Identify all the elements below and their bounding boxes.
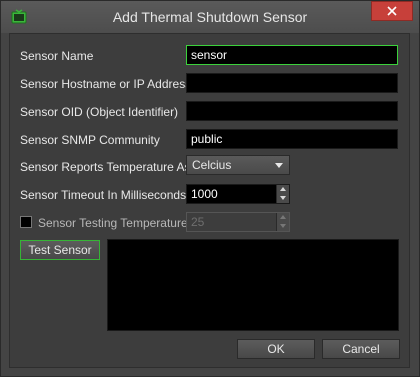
spin-down-button[interactable] bbox=[277, 222, 289, 231]
window-title: Add Thermal Shutdown Sensor bbox=[112, 9, 308, 25]
dialog-body: Sensor Name sensor Sensor Hostname or IP… bbox=[9, 33, 410, 368]
spin-up-button[interactable] bbox=[277, 185, 289, 194]
timeout-spinbox[interactable]: 1000 bbox=[186, 184, 290, 204]
arrow-down-icon bbox=[280, 196, 286, 200]
arrow-down-icon bbox=[280, 224, 286, 228]
testing-temperature-label: Sensor Testing Temperature bbox=[38, 216, 188, 230]
spin-down-button[interactable] bbox=[277, 194, 289, 203]
hostname-input[interactable] bbox=[186, 73, 398, 93]
testing-temperature-value: 25 bbox=[191, 215, 205, 229]
sensor-name-label: Sensor Name bbox=[20, 49, 94, 63]
dialog-window: Add Thermal Shutdown Sensor Sensor Name … bbox=[0, 0, 420, 377]
arrow-up-icon bbox=[280, 187, 286, 191]
test-output-area[interactable] bbox=[107, 239, 399, 331]
cancel-button[interactable]: Cancel bbox=[322, 339, 400, 359]
timeout-label: Sensor Timeout In Milliseconds bbox=[20, 188, 187, 202]
spin-up-button[interactable] bbox=[277, 213, 289, 222]
chevron-down-icon bbox=[275, 163, 283, 168]
testing-temperature-checkbox[interactable] bbox=[20, 216, 32, 228]
close-icon bbox=[387, 6, 397, 16]
ok-button[interactable]: OK bbox=[237, 339, 315, 359]
testing-temperature-stepper[interactable] bbox=[276, 213, 289, 231]
hostname-label: Sensor Hostname or IP Address bbox=[20, 77, 192, 91]
sensor-name-input[interactable]: sensor bbox=[186, 45, 398, 65]
temperature-unit-label: Sensor Reports Temperature As bbox=[20, 160, 191, 174]
snmp-community-input[interactable]: public bbox=[186, 129, 398, 149]
oid-label: Sensor OID (Object Identifier) bbox=[20, 105, 179, 119]
testing-temperature-spinbox[interactable]: 25 bbox=[186, 212, 290, 232]
title-bar[interactable]: Add Thermal Shutdown Sensor bbox=[1, 1, 419, 33]
timeout-value: 1000 bbox=[191, 187, 218, 201]
snmp-community-label: Sensor SNMP Community bbox=[20, 133, 160, 147]
arrow-up-icon bbox=[280, 215, 286, 219]
oid-input[interactable] bbox=[186, 101, 398, 121]
close-button[interactable] bbox=[371, 1, 413, 21]
temperature-unit-select[interactable]: Celcius bbox=[186, 155, 290, 175]
temperature-unit-value: Celcius bbox=[192, 158, 232, 172]
timeout-stepper[interactable] bbox=[276, 185, 289, 203]
test-sensor-button[interactable]: Test Sensor bbox=[20, 240, 100, 260]
